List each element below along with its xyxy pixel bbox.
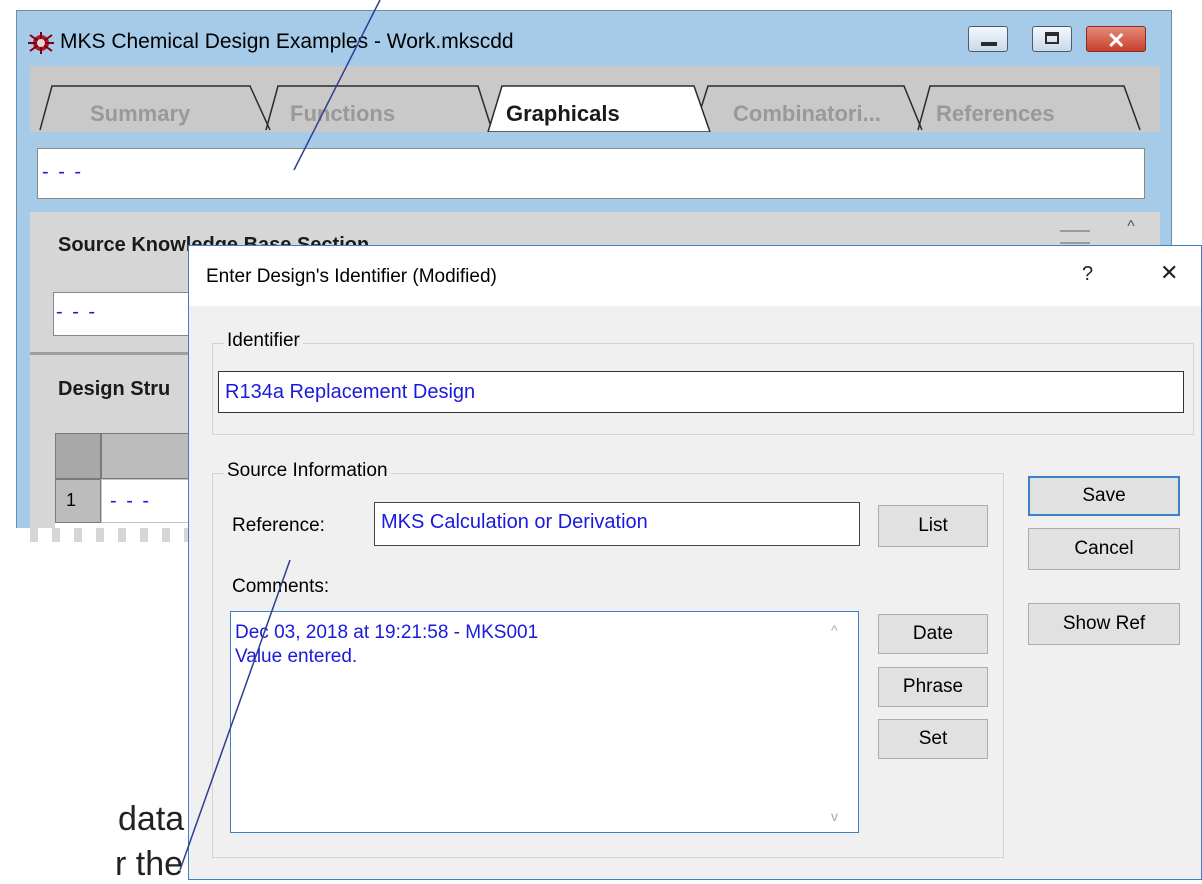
- annotation-lines: [179, 0, 381, 871]
